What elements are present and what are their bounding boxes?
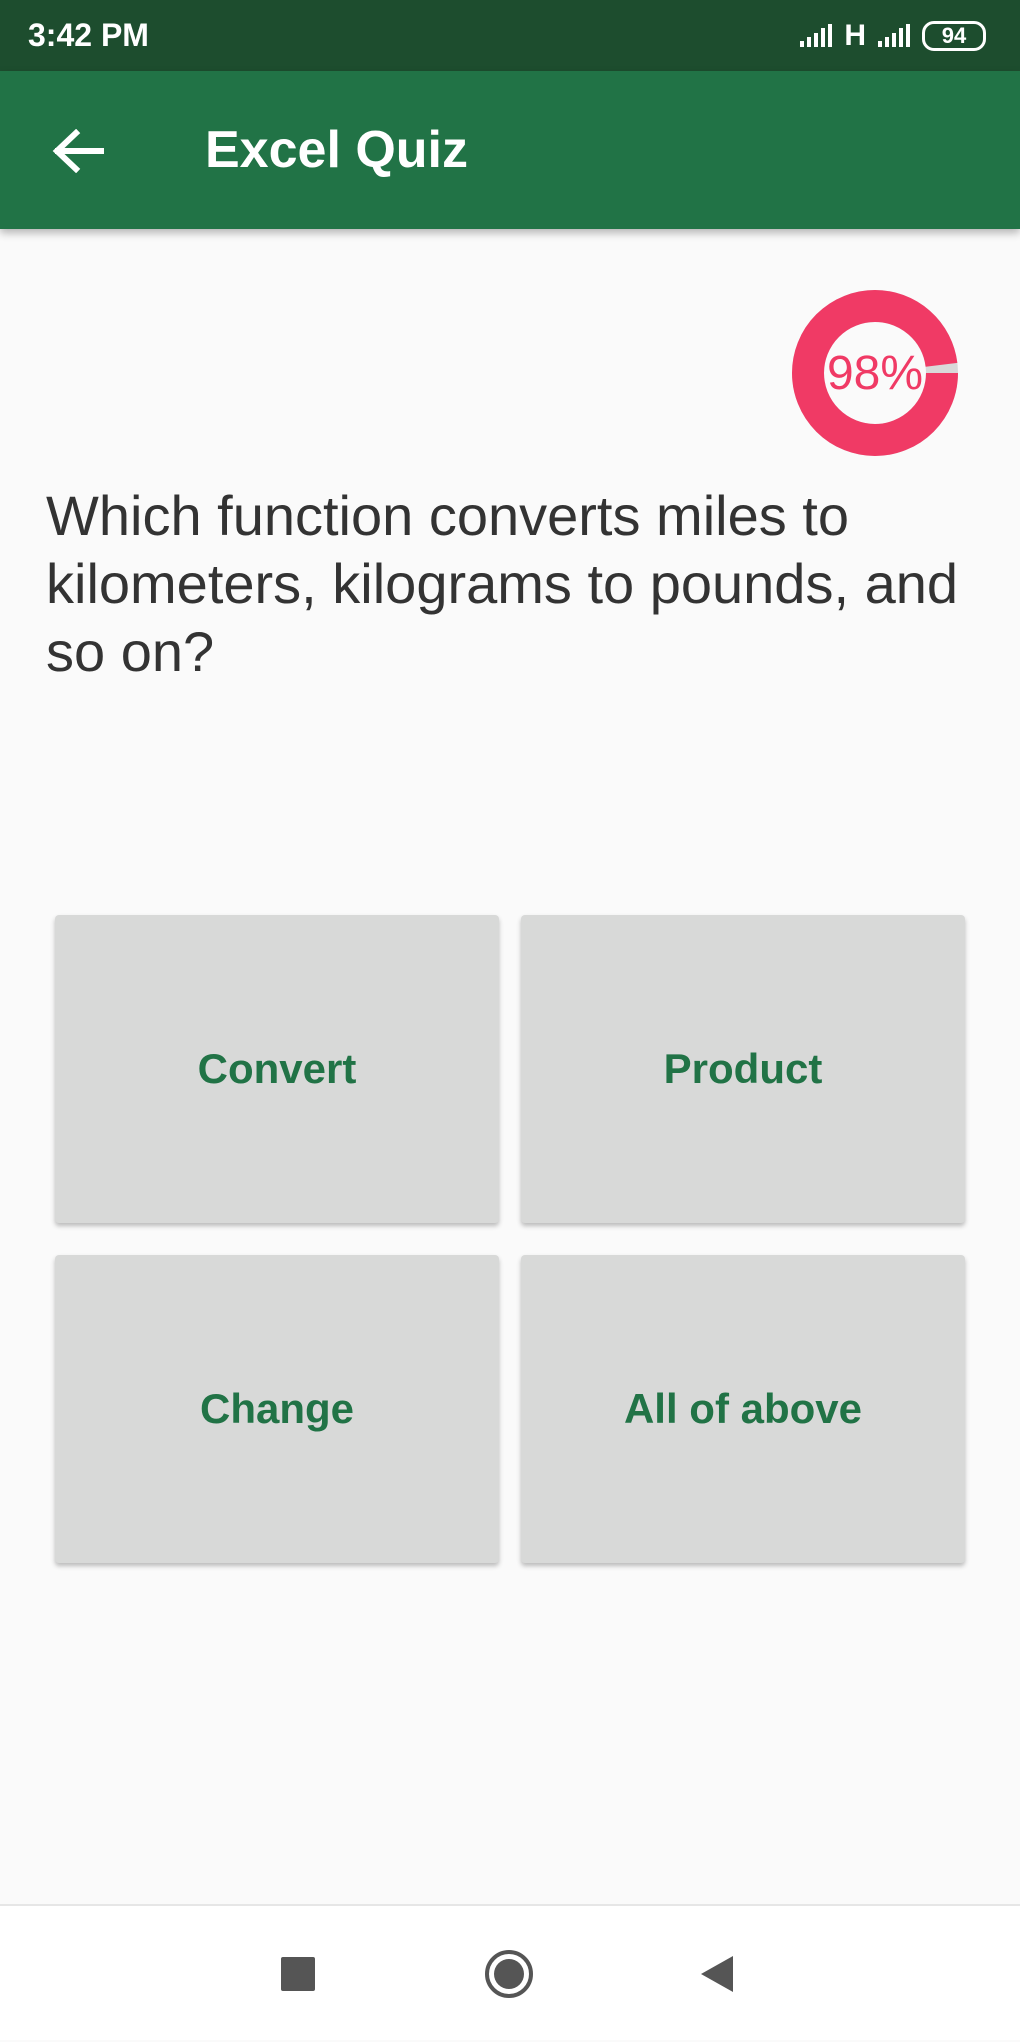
square-icon (281, 1957, 315, 1991)
battery-level: 94 (941, 22, 967, 48)
battery-icon: 94 (922, 20, 986, 51)
signal-icon (878, 23, 910, 47)
circle-icon (485, 1950, 533, 1998)
status-time: 3:42 PM (28, 17, 149, 53)
page-title: Excel Quiz (205, 121, 468, 179)
status-bar: 3:42 PM H 94 (0, 0, 1020, 71)
question-text: Which function converts miles to kilomet… (46, 484, 958, 683)
app-bar: Excel Quiz (0, 71, 1020, 229)
network-type: H (844, 18, 866, 52)
status-icons: H 94 (798, 0, 986, 71)
back-nav-button[interactable] (662, 1906, 772, 2042)
answer-button-3[interactable]: Change (55, 1255, 499, 1563)
triangle-back-icon (701, 1956, 733, 1992)
arrow-left-icon (52, 129, 104, 173)
recents-button[interactable] (243, 1906, 353, 2042)
signal-icon (800, 23, 833, 47)
back-button[interactable] (38, 111, 118, 191)
answer-button-1[interactable]: Convert (55, 915, 499, 1223)
progress-percent: 98% (826, 346, 924, 400)
answer-button-2[interactable]: Product (521, 915, 965, 1223)
answer-grid: Convert Product Change All of above (55, 915, 965, 1563)
answer-button-4[interactable]: All of above (521, 1255, 965, 1563)
system-nav-bar (0, 1904, 1020, 2040)
home-button[interactable] (454, 1906, 564, 2042)
